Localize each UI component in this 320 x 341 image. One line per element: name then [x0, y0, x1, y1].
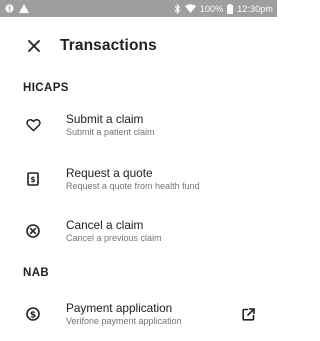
app-bar: Transactions: [0, 17, 277, 74]
menu-item-text: Request a quote Request a quote from hea…: [66, 166, 200, 192]
status-right: 100% 12:30pm: [174, 3, 273, 14]
menu-item-title: Request a quote: [66, 166, 153, 180]
open-external-icon[interactable]: [239, 305, 257, 323]
menu-item-text: Cancel a claim Cancel a previous claim: [66, 218, 162, 244]
dollar-circle-icon: $: [23, 304, 43, 324]
menu-item-subtitle: Submit a patient claim: [66, 127, 155, 137]
menu-item-title: Cancel a claim: [66, 218, 144, 232]
notification-dot-icon: [5, 4, 14, 13]
menu-item-subtitle: Cancel a previous claim: [66, 233, 162, 243]
status-left: [5, 4, 29, 13]
menu-item-title: Submit a claim: [66, 112, 144, 126]
menu-item-text: Payment application Verifone payment app…: [66, 301, 182, 327]
wifi-icon: [184, 4, 196, 13]
menu-item-cancel-claim[interactable]: Cancel a claim Cancel a previous claim: [0, 205, 277, 257]
section-header-nab: NAB: [23, 267, 50, 279]
section-header-hicaps: HICAPS: [23, 82, 69, 94]
close-button[interactable]: [19, 31, 49, 61]
close-icon: [28, 39, 40, 52]
receipt-icon: $: [23, 169, 43, 189]
menu-item-title: Payment application: [66, 301, 173, 315]
menu-item-subtitle: Request a quote from health fund: [66, 181, 200, 191]
battery-icon: [227, 3, 234, 14]
svg-text:$: $: [30, 310, 36, 320]
menu-item-payment-application[interactable]: $ Payment application Verifone payment a…: [0, 288, 277, 340]
heart-outline-icon: [23, 115, 43, 135]
menu-item-submit-claim[interactable]: Submit a claim Submit a patient claim: [0, 99, 277, 151]
menu-item-text: Submit a claim Submit a patient claim: [66, 112, 155, 138]
status-bar: 100% 12:30pm: [0, 0, 277, 17]
cancel-circle-icon: [23, 221, 43, 241]
menu-item-subtitle: Verifone payment application: [66, 316, 182, 326]
warning-icon: [19, 4, 29, 13]
page-title: Transactions: [60, 36, 157, 54]
battery-percent: 100%: [199, 3, 224, 14]
menu-item-request-quote[interactable]: $ Request a quote Request a quote from h…: [0, 153, 277, 205]
bluetooth-icon: [174, 3, 181, 14]
status-time: 12:30pm: [237, 3, 273, 14]
svg-text:$: $: [30, 175, 35, 184]
